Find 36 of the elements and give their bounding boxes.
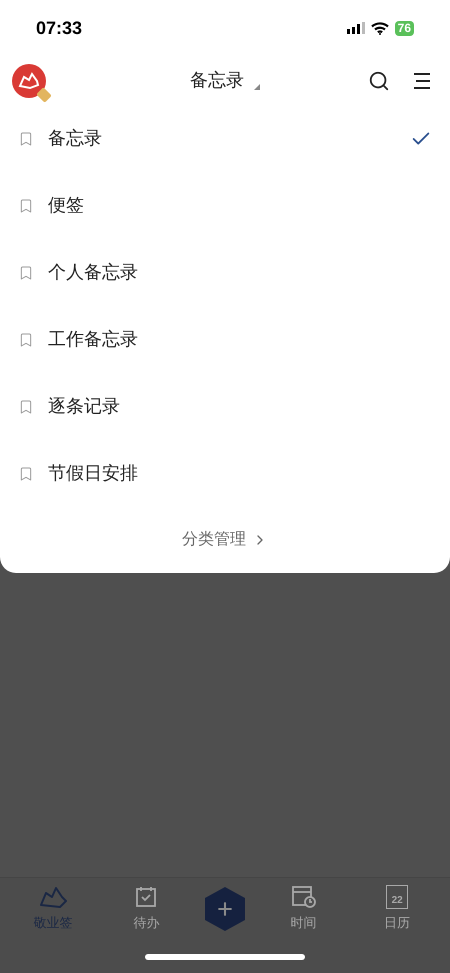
wifi-icon xyxy=(370,22,389,34)
tab-button[interactable]: 22 日历 xyxy=(362,885,432,933)
logo-icon xyxy=(18,72,40,90)
category-item[interactable]: 工作备忘录 xyxy=(0,306,450,373)
tab-button[interactable]: 待办 xyxy=(111,885,182,933)
category-label: 逐条记录 xyxy=(48,395,121,418)
category-item[interactable]: 节假日安排 xyxy=(0,440,450,507)
bookmark-icon xyxy=(18,398,34,414)
category-label: 便签 xyxy=(48,194,85,217)
status-time: 07:33 xyxy=(36,16,82,40)
bookmark-icon xyxy=(18,198,34,214)
category-label: 工作备忘录 xyxy=(48,328,139,351)
category-item[interactable]: 备忘录 xyxy=(0,105,450,172)
signal-icon xyxy=(346,22,365,34)
menu-icon[interactable] xyxy=(412,72,432,90)
bookmark-icon xyxy=(18,332,34,348)
calendar-icon: 22 xyxy=(386,885,408,910)
todo-icon xyxy=(134,885,158,910)
manage-link[interactable]: 分类管理 xyxy=(182,528,268,552)
bookmark-icon xyxy=(18,130,34,146)
header-title[interactable]: 备忘录 xyxy=(190,67,244,94)
category-item[interactable]: 便签 xyxy=(0,172,450,239)
notes-icon xyxy=(38,885,68,910)
bookmark-icon xyxy=(18,264,34,280)
tab-button[interactable]: 时间 xyxy=(268,885,339,933)
category-label: 节假日安排 xyxy=(48,462,139,485)
search-icon[interactable] xyxy=(368,70,390,92)
category-label: 个人备忘录 xyxy=(48,261,139,284)
category-item[interactable]: 个人备忘录 xyxy=(0,239,450,306)
bookmark-icon xyxy=(18,466,34,482)
battery-indicator: 76 xyxy=(394,20,414,36)
dropdown-caret-icon[interactable] xyxy=(254,84,260,90)
category-item[interactable]: 逐条记录 xyxy=(0,373,450,440)
category-label: 备忘录 xyxy=(48,127,103,150)
calendar-clock-icon xyxy=(290,885,317,910)
avatar[interactable] xyxy=(12,64,46,98)
